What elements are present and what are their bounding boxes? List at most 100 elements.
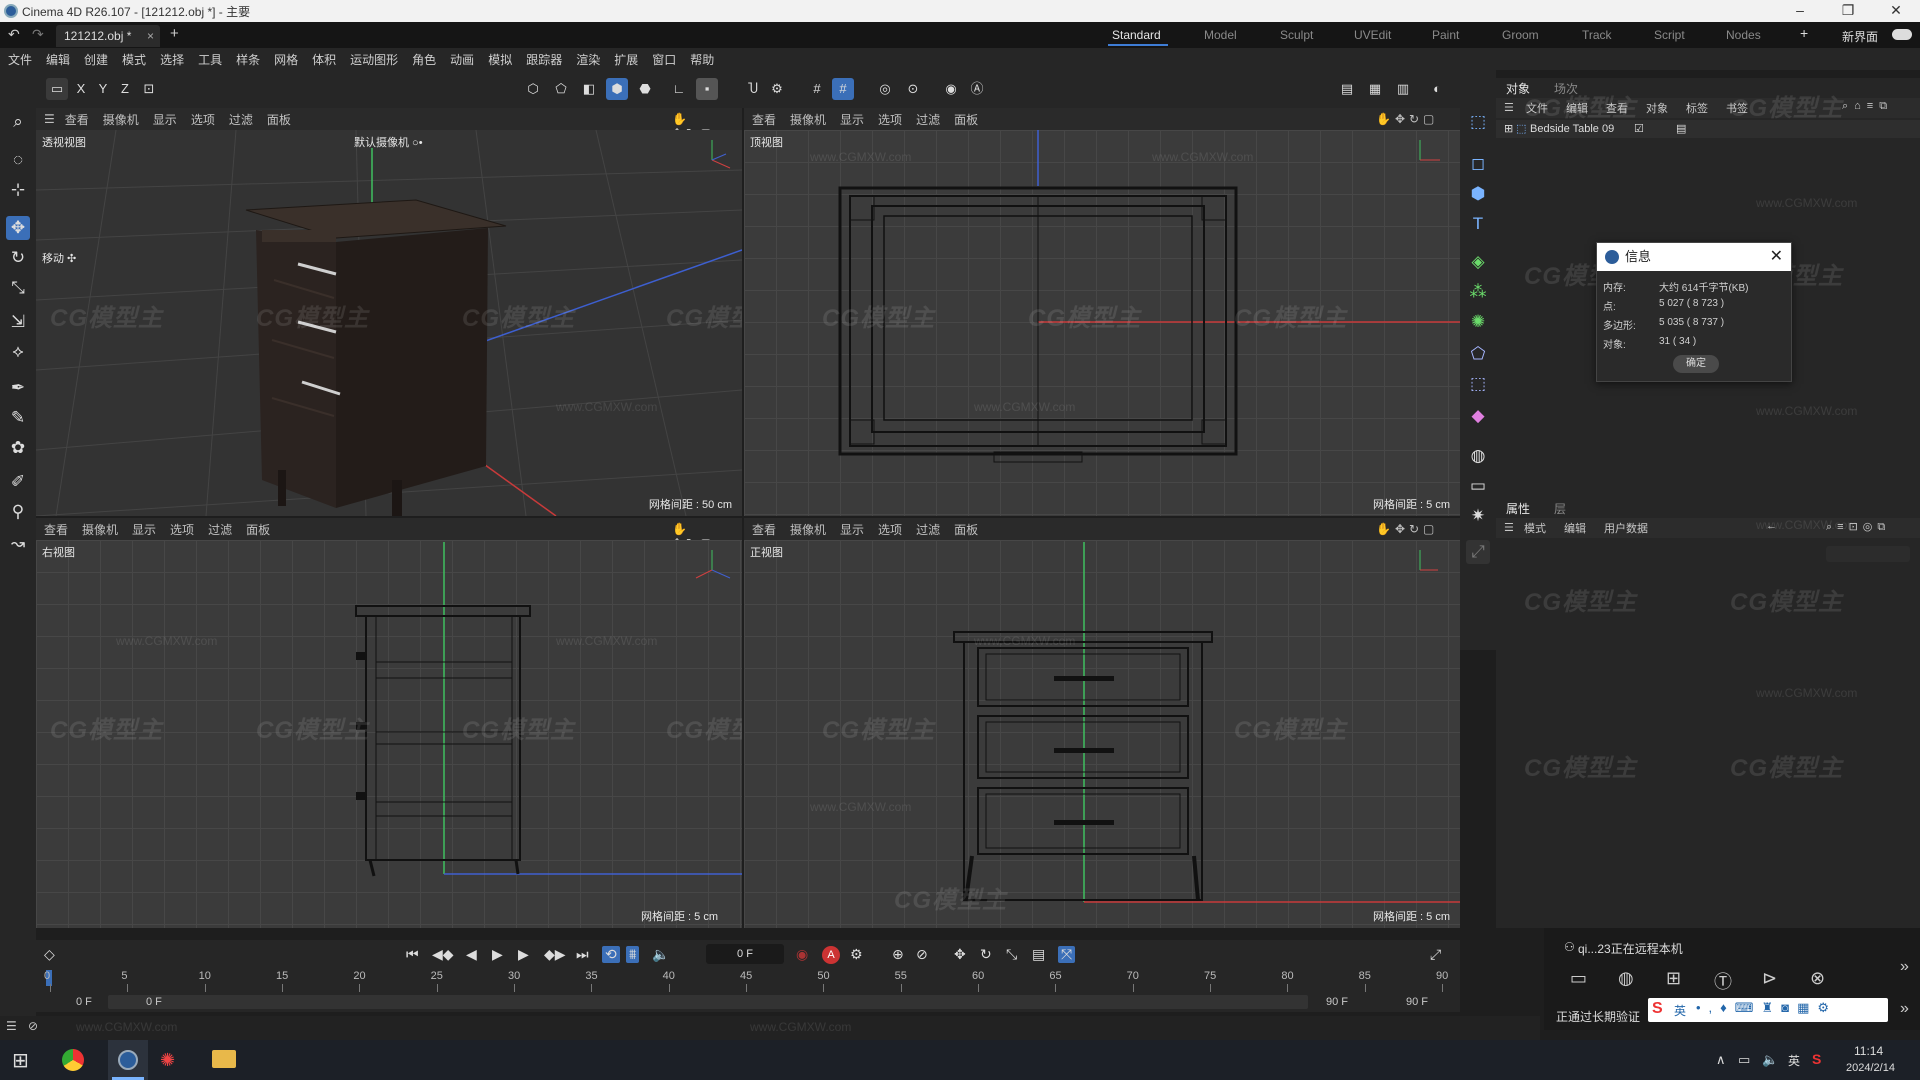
vp-menu-filter[interactable]: 过滤 — [916, 521, 940, 538]
app-taskbar-icon[interactable]: ✺ — [160, 1050, 175, 1071]
point-level-icon[interactable]: ⤧ — [1058, 946, 1076, 963]
om-menu-view[interactable]: 查看 — [1606, 100, 1628, 116]
taskbar-lang[interactable]: 英 — [1788, 1052, 1800, 1069]
om-menu-bookmarks[interactable]: 书签 — [1726, 100, 1748, 116]
range-end-field[interactable]: 90 F — [1406, 996, 1428, 1008]
range-start-field[interactable]: 0 F — [76, 996, 92, 1008]
layout-tab-model[interactable]: Model — [1204, 28, 1237, 42]
perspective-viewport[interactable]: 透视视图 默认摄像机 ○• 移动 ✣ 网格间距 : 50 cm CG模型主 CG… — [36, 130, 742, 516]
go-to-end-icon[interactable]: ⏭ — [576, 946, 589, 963]
chevron-right-icon[interactable]: » — [1900, 958, 1909, 976]
next-frame-icon[interactable]: ▶ — [518, 946, 529, 963]
tab-attributes[interactable]: 属性 — [1506, 500, 1530, 517]
search-icon[interactable]: ⌕ — [6, 110, 30, 134]
om-menu-file[interactable]: 文件 — [1526, 100, 1548, 116]
top-viewport[interactable]: 顶视图 网格间距 : 5 cm CG模型主 CG模型主 CG模型主 www.CG… — [744, 130, 1460, 516]
model-mode-icon[interactable]: ⬢ — [606, 78, 628, 100]
polygon-pen-icon[interactable]: ↝ — [6, 532, 30, 556]
maximize-button[interactable]: ❐ — [1828, 2, 1868, 19]
minimize-button[interactable]: – — [1780, 2, 1820, 18]
mograph-icon[interactable]: ⁂ — [1466, 280, 1490, 304]
microphone-icon[interactable]: ◍ — [1618, 968, 1634, 989]
transfer-tool-icon[interactable]: ⇲ — [6, 310, 30, 334]
ime-tool-icons[interactable]: •,♦⌨♜◙▦⚙ — [1696, 1000, 1837, 1016]
right-viewport[interactable]: 右视图 网格间距 : 5 cm CG模型主 CG模型主 CG模型主 CG模型主 … — [36, 540, 742, 928]
menu-mesh[interactable]: 网格 — [274, 51, 298, 68]
text-icon[interactable]: Ⓣ — [1714, 968, 1732, 994]
menu-tracker[interactable]: 跟踪器 — [526, 51, 562, 68]
snap-grid-icon[interactable]: # — [806, 78, 828, 100]
file-explorer-icon[interactable] — [212, 1050, 236, 1068]
vp-menu-view[interactable]: 查看 — [65, 111, 89, 128]
camera-object-icon[interactable]: ⬚ — [1466, 110, 1490, 134]
vp-menu-panel[interactable]: 面板 — [246, 521, 270, 538]
tab-objects[interactable]: 对象 — [1506, 80, 1530, 97]
menu-mode[interactable]: 模式 — [122, 51, 146, 68]
layout-tab-nodes[interactable]: Nodes — [1726, 28, 1761, 42]
param-key-icon[interactable]: ▤ — [1032, 946, 1045, 963]
viewport-nav-icons[interactable]: ✋✥↻▢ — [1376, 522, 1438, 536]
vp-menu-filter[interactable]: 过滤 — [229, 111, 253, 128]
vp-menu-filter[interactable]: 过滤 — [916, 111, 940, 128]
menu-render[interactable]: 渲染 — [576, 51, 600, 68]
light-icon[interactable]: ✷ — [1466, 504, 1490, 528]
live-selection-icon[interactable]: ◌ — [6, 148, 30, 172]
tray-chevron-icon[interactable]: ∧ — [1716, 1052, 1726, 1068]
layout-toggle[interactable] — [1892, 29, 1912, 40]
polygons-mode-icon[interactable]: ◧ — [578, 78, 600, 100]
cube-icon[interactable]: ⬢ — [1466, 182, 1490, 206]
folder-transfer-icon[interactable]: ⊳ — [1762, 968, 1777, 989]
knife-icon[interactable]: ⚲ — [6, 500, 30, 524]
menu-tools[interactable]: 工具 — [198, 51, 222, 68]
layout-tab-sculpt[interactable]: Sculpt — [1280, 28, 1313, 42]
layout-tab-script[interactable]: Script — [1654, 28, 1685, 42]
menu-edit[interactable]: 编辑 — [46, 51, 70, 68]
chrome-icon[interactable] — [62, 1049, 84, 1071]
new-layout-label[interactable]: 新界面 — [1842, 28, 1878, 45]
front-viewport[interactable]: 正视图 网格间距 : 5 cm CG模型主 CG模型主 CG模型主 www.CG… — [744, 540, 1460, 928]
ime-toolbar[interactable]: S 英 •,♦⌨♜◙▦⚙ — [1648, 998, 1888, 1022]
render-region-icon[interactable]: ▤ — [1336, 78, 1358, 100]
timeline-graph-icon[interactable]: ⤢ — [1430, 946, 1441, 963]
object-name[interactable]: Bedside Table 09 — [1530, 123, 1614, 135]
menu-help[interactable]: 帮助 — [690, 51, 714, 68]
close-button[interactable]: ✕ — [1876, 2, 1916, 19]
scale-tool-icon[interactable]: ⤡ — [6, 276, 30, 300]
vp-menu-options[interactable]: 选项 — [878, 521, 902, 538]
deformer-icon[interactable]: ⬠ — [1466, 342, 1490, 366]
layout-tab-paint[interactable]: Paint — [1432, 28, 1459, 42]
network-icon[interactable]: ▭ — [1738, 1052, 1750, 1068]
auto-key-icon[interactable]: Ⓐ — [966, 78, 988, 100]
snap-tool-icon[interactable]: ⟡ — [6, 340, 30, 364]
vp-menu-camera[interactable]: 摄像机 — [103, 111, 139, 128]
record-icon[interactable]: ◉ — [796, 946, 808, 963]
layout-tab-uvedit[interactable]: UVEdit — [1354, 28, 1391, 42]
spline-object-icon[interactable]: ◆ — [1466, 404, 1490, 428]
vp-menu-filter[interactable]: 过滤 — [208, 521, 232, 538]
x-axis-lock-button[interactable]: X — [70, 78, 92, 100]
expand-icon[interactable]: ⊞ — [1504, 120, 1513, 138]
spline-pen-icon[interactable]: ✒ — [6, 376, 30, 400]
attr-menu-userdata[interactable]: 用户数据 — [1604, 520, 1648, 536]
autokey-icon[interactable]: A — [822, 946, 840, 964]
field-icon[interactable]: ⬚ — [1466, 372, 1490, 396]
disconnect-icon[interactable]: ⊗ — [1810, 968, 1825, 989]
vp-menu-view[interactable]: 查看 — [44, 521, 68, 538]
menu-file[interactable]: 文件 — [8, 51, 32, 68]
key-selection-icon[interactable]: ⊘ — [916, 946, 928, 963]
z-axis-lock-button[interactable]: Z — [114, 78, 136, 100]
magnet-icon[interactable]: Ⴎ — [742, 78, 764, 100]
menu-spline[interactable]: 样条 — [236, 51, 260, 68]
coordinate-system-icon[interactable]: ⊡ — [138, 78, 160, 100]
motion-icon[interactable]: ⊕ — [892, 946, 904, 963]
vp-menu-panel[interactable]: 面板 — [954, 111, 978, 128]
om-toolbar-icons[interactable]: ⌕⌂≡⧉ — [1842, 100, 1893, 113]
sogou-tray-icon[interactable]: S — [1812, 1051, 1821, 1067]
add-layout-button[interactable]: + — [1800, 25, 1808, 41]
document-tab[interactable]: 121212.obj * × — [56, 25, 160, 47]
layout-tab-track[interactable]: Track — [1582, 28, 1612, 42]
menu-create[interactable]: 创建 — [84, 51, 108, 68]
edges-mode-icon[interactable]: ⬠ — [550, 78, 572, 100]
next-key-icon[interactable]: ◆▶ — [544, 946, 566, 963]
vp-menu-camera[interactable]: 摄像机 — [790, 521, 826, 538]
